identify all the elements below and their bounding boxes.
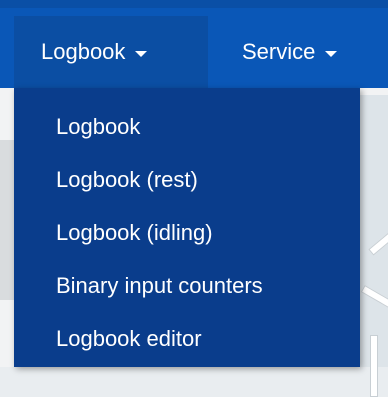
caret-down-icon — [325, 50, 338, 57]
menu-item-logbook[interactable]: Logbook — [14, 106, 360, 159]
nav-service-label: Service — [242, 39, 316, 64]
top-navbar: Logbook Service — [0, 0, 388, 88]
map-fragment-right — [358, 95, 388, 397]
navbar-top-shade — [0, 0, 388, 8]
map-road — [360, 285, 388, 313]
caret-down-icon — [135, 50, 148, 57]
menu-item-logbook-editor[interactable]: Logbook editor — [14, 318, 360, 371]
map-road — [370, 335, 378, 397]
nav-service-dropdown[interactable]: Service — [208, 16, 388, 88]
logbook-dropdown-menu: Logbook Logbook (rest) Logbook (idling) … — [14, 88, 360, 367]
menu-item-logbook-rest[interactable]: Logbook (rest) — [14, 159, 360, 212]
nav-logbook-dropdown[interactable]: Logbook — [14, 16, 208, 88]
nav-logbook-label: Logbook — [41, 39, 126, 64]
menu-item-logbook-idling[interactable]: Logbook (idling) — [14, 212, 360, 265]
menu-item-binary-input-counters[interactable]: Binary input counters — [14, 265, 360, 318]
map-road — [368, 222, 388, 256]
